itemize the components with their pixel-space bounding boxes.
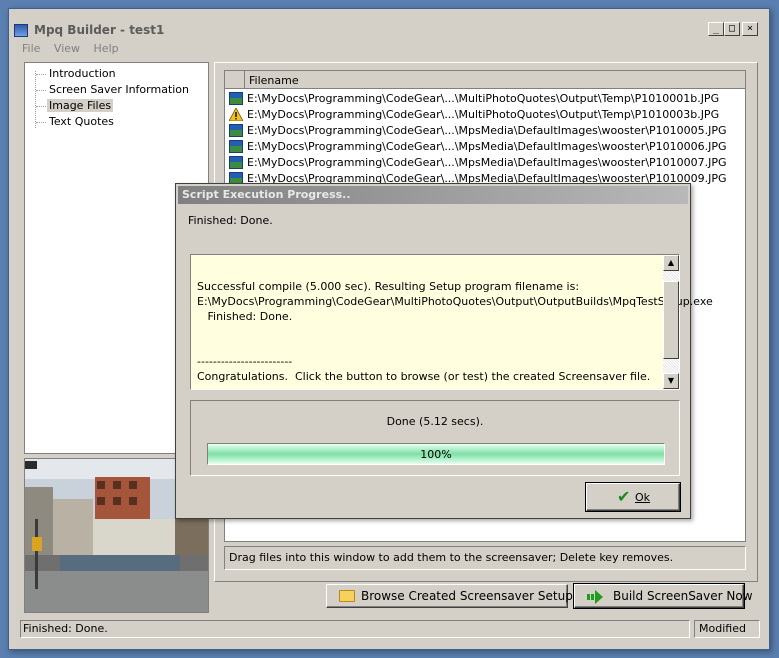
ok-button[interactable]: ✔ Ok: [585, 482, 681, 512]
tree-branch: [36, 106, 46, 107]
log-line: Congratulations. Click the button to bro…: [197, 370, 651, 383]
status-modified: Modified: [694, 620, 760, 638]
progress-label: Done (5.12 secs).: [386, 415, 484, 428]
status-bar: Finished: Done. Modified: [20, 620, 760, 638]
close-button[interactable]: ×: [742, 22, 758, 36]
output-log[interactable]: Successful compile (5.000 sec). Resultin…: [190, 254, 713, 390]
tree-branch: [36, 122, 46, 123]
image-icon: [229, 124, 243, 137]
log-line: ------------------------: [197, 355, 293, 368]
log-line: E:\MyDocs\Programming\CodeGear\MultiPhot…: [197, 295, 713, 308]
tree-item-introduction[interactable]: Introduction: [49, 67, 116, 80]
menu-file[interactable]: File: [22, 42, 40, 55]
header-corner: [225, 71, 245, 89]
ok-label: Ok: [635, 491, 651, 504]
image-icon: [229, 92, 243, 105]
log-text: Successful compile (5.000 sec). Resultin…: [197, 279, 713, 384]
minimize-button[interactable]: _: [708, 22, 724, 36]
tree-branch: [36, 90, 46, 91]
browse-button-label: Browse Created Screensaver Setup Files: [361, 589, 603, 603]
script-progress-dialog: Script Execution Progress.. Finished: Do…: [175, 183, 713, 519]
log-line: Finished: Done.: [197, 310, 293, 323]
log-scrollbar[interactable]: ▲ ▼: [663, 255, 679, 389]
hint-text: Drag files into this window to add them …: [224, 546, 746, 570]
dialog-status: Finished: Done.: [188, 214, 273, 227]
scroll-thumb[interactable]: [663, 281, 679, 359]
tree-branch: [36, 74, 46, 75]
folder-icon: [339, 590, 355, 602]
menu-help[interactable]: Help: [94, 42, 119, 55]
menu-bar: File View Help: [22, 42, 129, 58]
column-filename[interactable]: Filename: [249, 74, 299, 87]
file-name: E:\MyDocs\Programming\CodeGear\...\MpsMe…: [247, 156, 727, 169]
tree-item-image-files[interactable]: Image Files: [47, 99, 114, 112]
build-screensaver-button[interactable]: Build ScreenSaver Now: [573, 583, 753, 609]
tree-item-text-quotes[interactable]: Text Quotes: [49, 115, 114, 128]
menu-view[interactable]: View: [54, 42, 80, 55]
scroll-down-icon[interactable]: ▼: [663, 373, 679, 389]
log-line: Successful compile (5.000 sec). Resultin…: [197, 280, 580, 293]
warning-icon: [229, 108, 243, 121]
file-name: E:\MyDocs\Programming\CodeGear\...\Multi…: [247, 92, 720, 105]
progress-bar: 100%: [207, 443, 665, 465]
status-message: Finished: Done.: [20, 620, 690, 638]
file-name: E:\MyDocs\Programming\CodeGear\...\MpsMe…: [247, 124, 727, 137]
dialog-title[interactable]: Script Execution Progress..: [178, 186, 688, 204]
maximize-button[interactable]: □: [724, 22, 740, 36]
tree-line: [35, 71, 36, 128]
image-icon: [229, 156, 243, 169]
scroll-up-icon[interactable]: ▲: [663, 255, 679, 271]
checkmark-icon: ✔: [617, 487, 631, 506]
arrow-right-icon: [587, 590, 603, 604]
browse-setup-files-button[interactable]: Browse Created Screensaver Setup Files: [326, 584, 603, 608]
file-name: E:\MyDocs\Programming\CodeGear\...\Multi…: [247, 108, 720, 121]
progress-panel: Done (5.12 secs). 100%: [190, 400, 680, 476]
window-title: Mpq Builder - test1: [34, 23, 165, 37]
build-button-label: Build ScreenSaver Now: [613, 589, 753, 603]
app-icon: [14, 24, 28, 37]
image-icon: [229, 140, 243, 153]
progress-percent: 100%: [420, 448, 452, 461]
file-name: E:\MyDocs\Programming\CodeGear\...\MpsMe…: [247, 140, 727, 153]
file-list-header: Filename: [225, 71, 745, 89]
tree-item-screen-saver-information[interactable]: Screen Saver Information: [49, 83, 189, 96]
